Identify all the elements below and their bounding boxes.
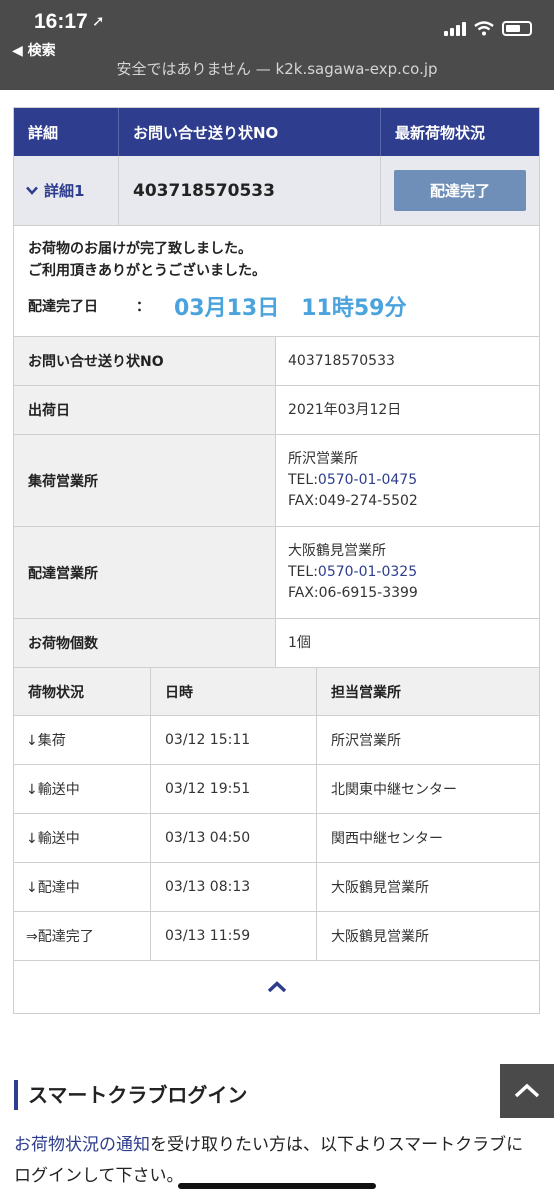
detail-toggle[interactable]: 詳細1 — [14, 156, 119, 225]
info-row-ship-date: 出荷日 2021年03月12日 — [14, 386, 539, 435]
scroll-to-top-button[interactable] — [500, 1064, 554, 1118]
chevron-down-icon — [26, 186, 38, 195]
history-office: 大阪鶴見営業所 — [331, 929, 429, 945]
history-office: 大阪鶴見営業所 — [331, 880, 429, 896]
smart-club-title: スマートクラブログイン — [14, 1080, 247, 1110]
table-row: ↓輸送中 03/12 19:51 北関東中継センター — [14, 765, 539, 814]
status-time: 16:17 — [34, 10, 88, 33]
history-office: 所沢営業所 — [331, 733, 401, 749]
delivered-status-button[interactable]: 配達完了 — [394, 170, 526, 211]
info-value: 2021年03月12日 — [288, 401, 402, 418]
table-row: ⇒配達完了 03/13 11:59 大阪鶴見営業所 — [14, 912, 539, 961]
delivery-tel-link[interactable]: 0570-01-0325 — [318, 564, 417, 580]
status-icons — [444, 20, 532, 36]
history-header-office: 担当営業所 — [331, 684, 401, 701]
wifi-icon — [474, 20, 494, 35]
info-label: お問い合せ送り状NO — [14, 337, 276, 385]
delivery-office-fax: FAX:06-6915-3399 — [288, 585, 418, 601]
home-indicator — [178, 1183, 376, 1189]
table-row: ↓輸送中 03/13 04:50 関西中継センター — [14, 814, 539, 863]
info-row-tracking-no: お問い合せ送り状NO 403718570533 — [14, 337, 539, 386]
info-value: 403718570533 — [288, 352, 395, 369]
history-status: ↓輸送中 — [14, 765, 151, 813]
info-label: お荷物個数 — [14, 619, 276, 667]
table-row: ↓集荷 03/12 15:11 所沢営業所 — [14, 716, 539, 765]
cellular-signal-icon — [444, 20, 466, 36]
history-time: 03/12 15:11 — [151, 716, 317, 764]
detail-tracking-no: 403718570533 — [119, 156, 381, 225]
history-status: ↓集荷 — [14, 716, 151, 764]
history-status: ↓輸送中 — [14, 814, 151, 862]
info-row-delivery-office: 配達営業所 大阪鶴見営業所 TEL:0570-01-0325 FAX:06-69… — [14, 527, 539, 619]
header-detail: 詳細 — [14, 108, 119, 156]
chevron-up-icon — [514, 1083, 540, 1098]
delivery-date-label: 配達完了日 — [28, 299, 98, 315]
pickup-office-name: 所沢営業所 — [288, 451, 358, 467]
notification-link[interactable]: お荷物状況の通知 — [14, 1135, 150, 1155]
tel-prefix: TEL: — [288, 564, 318, 580]
tel-prefix: TEL: — [288, 472, 318, 488]
pickup-office-fax: FAX:049-274-5502 — [288, 493, 418, 509]
delivery-office-tel: TEL:0570-01-0325 — [288, 562, 527, 583]
collapse-details-button[interactable] — [14, 961, 539, 1013]
message-line-1: お荷物のお届けが完了致しました。 — [28, 241, 252, 257]
pickup-office-tel: TEL:0570-01-0475 — [288, 470, 527, 491]
delivery-date-value: 03月13日 11時59分 — [174, 296, 407, 321]
history-office: 関西中継センター — [331, 831, 443, 847]
info-label: 集荷営業所 — [14, 435, 276, 526]
delivery-message: お荷物のお届けが完了致しました。 ご利用頂きありがとうございました。 配達完了日… — [14, 226, 539, 337]
info-value: 所沢営業所 TEL:0570-01-0475 FAX:049-274-5502 — [276, 435, 539, 526]
battery-icon — [502, 20, 532, 36]
history-time: 03/12 19:51 — [151, 765, 317, 813]
history-time: 03/13 08:13 — [151, 863, 317, 911]
delivery-office-name: 大阪鶴見営業所 — [288, 543, 386, 559]
location-arrow-icon: ➚ — [92, 12, 105, 30]
back-to-search-button[interactable]: ◀ 検索 — [12, 40, 56, 60]
history-time: 03/13 11:59 — [151, 912, 317, 960]
history-header-time: 日時 — [151, 668, 317, 715]
browser-top-bar: 16:17 ➚ ◀ 検索 安全ではありません — k2k.sagawa-exp.… — [0, 0, 554, 90]
info-value: 大阪鶴見営業所 TEL:0570-01-0325 FAX:06-6915-339… — [276, 527, 539, 618]
history-time: 03/13 04:50 — [151, 814, 317, 862]
latest-status-cell: 配達完了 — [381, 156, 539, 225]
chevron-up-icon — [267, 981, 286, 993]
tracking-history-header: 荷物状況 日時 担当営業所 — [14, 668, 539, 716]
url-bar[interactable]: 安全ではありません — k2k.sagawa-exp.co.jp — [0, 58, 554, 79]
info-value: 1個 — [288, 634, 311, 651]
table-row: ↓配達中 03/13 08:13 大阪鶴見営業所 — [14, 863, 539, 912]
info-row-pickup-office: 集荷営業所 所沢営業所 TEL:0570-01-0475 FAX:049-274… — [14, 435, 539, 527]
history-office: 北関東中継センター — [331, 782, 457, 798]
header-latest-status: 最新荷物状況 — [395, 123, 486, 142]
delivery-date-line: 配達完了日 ： 03月13日 11時59分 — [28, 290, 525, 322]
header-tracking-no: お問い合せ送り状NO — [119, 108, 381, 156]
history-header-status: 荷物状況 — [14, 668, 151, 715]
delivery-date-colon: ： — [136, 299, 150, 315]
history-status: ↓配達中 — [14, 863, 151, 911]
message-line-2: ご利用頂きありがとうございました。 — [28, 263, 266, 279]
result-header-row: 詳細 お問い合せ送り状NO 最新荷物状況 — [14, 108, 539, 156]
tracking-result-table: 詳細 お問い合せ送り状NO 最新荷物状況 詳細1 403718570533 配達… — [13, 107, 540, 1014]
info-label: 出荷日 — [14, 386, 276, 434]
history-status: ⇒配達完了 — [14, 912, 151, 960]
detail-row: 詳細1 403718570533 配達完了 — [14, 156, 539, 226]
pickup-tel-link[interactable]: 0570-01-0475 — [318, 472, 417, 488]
info-row-package-count: お荷物個数 1個 — [14, 619, 539, 668]
detail-toggle-label: 詳細1 — [44, 182, 85, 200]
info-label: 配達営業所 — [14, 527, 276, 618]
